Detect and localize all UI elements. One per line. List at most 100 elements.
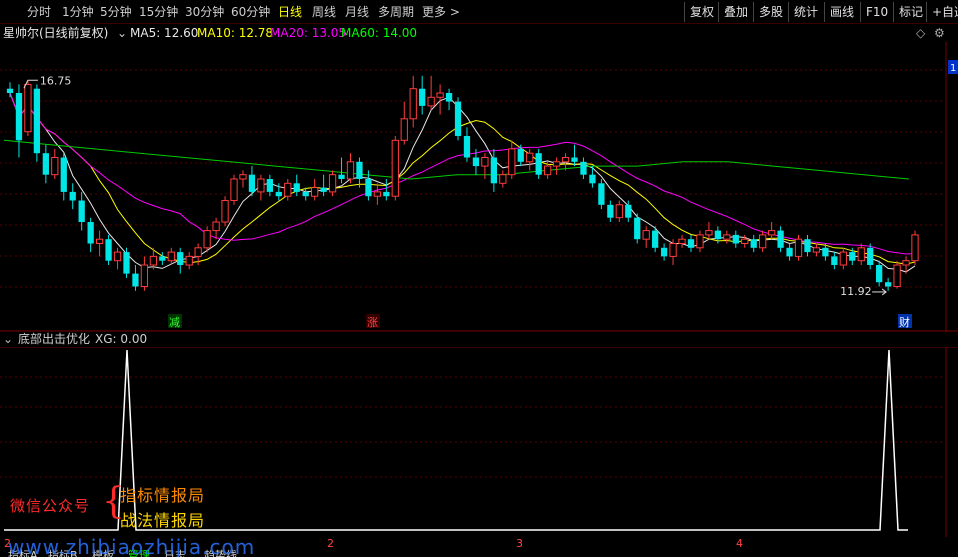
- stock-title[interactable]: 星帅尔(日线前复权): [3, 24, 108, 42]
- candle-body: [786, 247, 793, 257]
- add-watchlist-button[interactable]: +自选: [926, 2, 958, 22]
- tab-multi-period[interactable]: 多周期: [378, 4, 414, 20]
- candle-body: [51, 157, 59, 176]
- candle-body: [239, 174, 247, 180]
- candle-body: [391, 139, 399, 197]
- ma60-label: MA60: 14.00: [341, 26, 418, 40]
- diamond-icon[interactable]: ◇: [916, 24, 925, 42]
- candle-body: [293, 183, 300, 192]
- candle-body: [338, 174, 345, 179]
- kline-chart[interactable]: 16.75 11.92 减 涨 财 1: [0, 42, 958, 332]
- candle-body: [203, 230, 211, 249]
- candle-body: [759, 234, 767, 249]
- candle-body: [678, 238, 686, 244]
- chevron-down-icon[interactable]: ⌄: [3, 331, 13, 347]
- overlay-button[interactable]: 叠加: [718, 2, 748, 22]
- candle-body: [221, 200, 229, 223]
- tab-15min[interactable]: 15分钟: [139, 4, 178, 20]
- candle-body: [140, 264, 149, 287]
- indicator-value: XG: 0.00: [95, 332, 148, 346]
- candle-body: [750, 239, 757, 248]
- high-label: 16.75: [40, 74, 72, 87]
- candle-body: [427, 96, 435, 107]
- candle-body: [884, 282, 892, 287]
- candle-body: [212, 221, 220, 232]
- candle-body: [561, 157, 570, 163]
- tab-5min[interactable]: 5分钟: [100, 4, 132, 20]
- candle-body: [123, 252, 130, 274]
- candle-body: [849, 252, 856, 261]
- candle-body: [445, 93, 453, 102]
- candle-body: [481, 157, 489, 167]
- multi-stock-button[interactable]: 多股: [753, 2, 783, 22]
- candle-body: [911, 234, 919, 262]
- candle-body: [552, 161, 561, 167]
- chevron-down-icon[interactable]: ⌄: [117, 24, 127, 42]
- tab-60min[interactable]: 60分钟: [231, 4, 270, 20]
- candle-body: [812, 247, 821, 253]
- candle-body: [194, 247, 202, 257]
- candle-body: [794, 238, 803, 257]
- candle-body: [669, 243, 677, 257]
- candle-body: [132, 273, 139, 287]
- date-tick: 3: [516, 537, 523, 550]
- candle-body: [436, 92, 444, 98]
- fuquan-button[interactable]: 复权: [684, 2, 714, 22]
- candle-body: [248, 174, 256, 192]
- ma20-line: [9, 92, 916, 255]
- candle-body: [69, 191, 76, 201]
- ma10-label: MA10: 12.78: [197, 26, 274, 40]
- tag-jian: 减: [169, 316, 180, 329]
- candle-body: [723, 234, 731, 240]
- candle-body: [598, 183, 605, 205]
- candle-body: [346, 161, 355, 180]
- site-watermark: www.zhibiaozhijia.com: [8, 535, 256, 557]
- candle-body: [87, 222, 94, 244]
- f10-button[interactable]: F10: [860, 2, 888, 22]
- candle-body: [714, 230, 722, 240]
- indicator-title[interactable]: 底部出击优化: [18, 331, 90, 347]
- stats-button[interactable]: 统计: [788, 2, 818, 22]
- candle-body: [607, 204, 614, 218]
- candle-body: [571, 157, 578, 162]
- candle-body: [185, 255, 193, 266]
- tab-30min[interactable]: 30分钟: [185, 4, 224, 20]
- candle-body: [652, 230, 659, 248]
- candle-body: [660, 247, 668, 257]
- ma20-label: MA20: 13.05: [270, 26, 347, 40]
- candle-body: [257, 178, 265, 193]
- candle-body: [625, 204, 632, 218]
- watermark-line1: 指标情报局: [120, 486, 206, 505]
- candle-body: [499, 174, 507, 184]
- candle-body: [867, 247, 874, 265]
- watermark-line2: 战法情报局: [120, 511, 206, 530]
- low-label: 11.92: [840, 285, 872, 298]
- right-marker: 1: [950, 63, 956, 74]
- tab-monthly[interactable]: 月线: [345, 4, 369, 20]
- candle-body: [105, 239, 112, 261]
- candle-body: [365, 179, 372, 197]
- candle-body: [302, 191, 309, 197]
- tab-more[interactable]: 更多 >: [422, 4, 460, 20]
- candle-body: [356, 161, 363, 179]
- tab-weekly[interactable]: 周线: [312, 4, 336, 20]
- tab-1min[interactable]: 1分钟: [62, 4, 94, 20]
- tab-fenshi[interactable]: 分时: [27, 4, 51, 20]
- candle-body: [454, 101, 462, 136]
- candle-body: [15, 93, 23, 141]
- candle-body: [767, 230, 776, 236]
- settings-icon[interactable]: ⚙: [934, 24, 945, 42]
- tab-daily[interactable]: 日线: [278, 4, 302, 20]
- mark-button[interactable]: 标记: [893, 2, 923, 22]
- candle-body: [490, 157, 497, 184]
- candle-body: [373, 191, 382, 197]
- candle-body: [311, 187, 319, 197]
- candle-body: [687, 239, 695, 248]
- candle-body: [383, 191, 390, 197]
- candle-body: [463, 136, 471, 158]
- candle-body: [535, 153, 542, 175]
- period-toolbar: 分时 1分钟 5分钟 15分钟 30分钟 60分钟 日线 周线 月线 多周期 更…: [0, 0, 958, 24]
- candle-body: [6, 88, 14, 93]
- candle-body: [320, 187, 327, 192]
- draw-line-button[interactable]: 画线: [824, 2, 854, 22]
